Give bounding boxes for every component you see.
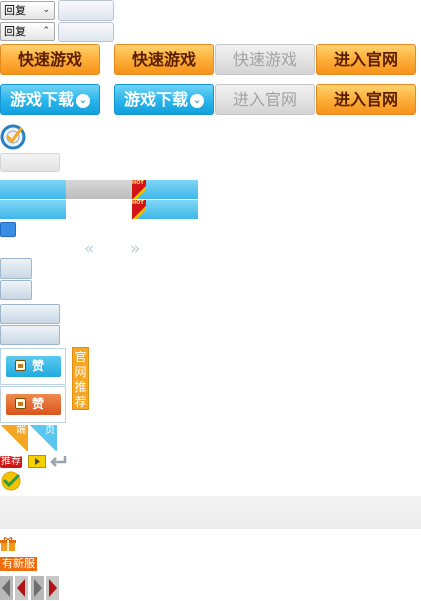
reply-dropdown-2[interactable]: 回复 ⌃: [0, 22, 55, 41]
enter-official-site-button-disabled[interactable]: 进入官网: [215, 84, 315, 115]
like-button[interactable]: 赞: [6, 394, 61, 415]
like-label: 赞: [32, 397, 45, 411]
like-label: 赞: [32, 359, 45, 373]
gray-tab-bar[interactable]: [66, 180, 132, 199]
wide-button-1[interactable]: [0, 304, 60, 324]
wide-button-2[interactable]: [0, 325, 60, 345]
next-gray-button[interactable]: [31, 576, 44, 600]
recommend-char: 推: [74, 380, 87, 394]
game-download-label: 游戏下载: [123, 90, 188, 109]
thumbs-up-icon: [15, 398, 26, 409]
thumbs-up-icon: [15, 360, 26, 371]
client-corner-label: 端: [16, 425, 26, 436]
next-arrow-icon[interactable]: »: [130, 240, 140, 258]
next-red-button[interactable]: [46, 576, 59, 600]
enter-official-site-button-2[interactable]: 进入官网: [316, 84, 416, 115]
recommend-char: 网: [74, 365, 87, 379]
chevron-down-icon: ⌄: [190, 94, 204, 108]
chevron-down-icon: ⌄: [42, 5, 50, 15]
reply-dropdown-1[interactable]: 回复 ⌄: [0, 1, 55, 20]
blue-tab-bar-2[interactable]: [0, 200, 66, 219]
like-box-1: 赞: [0, 348, 66, 385]
game-download-button[interactable]: 游戏下载 ⌄: [0, 84, 100, 115]
quick-game-button[interactable]: 快速游戏: [0, 44, 100, 75]
reply-input-2[interactable]: [58, 22, 114, 42]
recommend-char: 荐: [74, 395, 87, 409]
refresh-check-icon[interactable]: [0, 122, 28, 150]
play-icon[interactable]: [28, 455, 46, 468]
return-icon[interactable]: [50, 454, 68, 469]
reply-dropdown-label: 回复: [4, 4, 26, 17]
reply-dropdown-label: 回复: [4, 25, 26, 38]
small-button-2[interactable]: [0, 280, 32, 300]
hot-badge: HOT: [132, 180, 146, 199]
hot-badge-label: HOT: [132, 200, 144, 206]
prev-gray-button[interactable]: [0, 576, 13, 600]
small-button-1[interactable]: [0, 258, 32, 279]
reply-input-1[interactable]: [58, 0, 114, 21]
game-download-button-hover[interactable]: 游戏下载 ⌄: [114, 84, 214, 115]
recommend-badge: 推荐: [0, 456, 22, 468]
blue-tab-bar-1[interactable]: [0, 180, 66, 199]
enter-official-site-button[interactable]: 进入官网: [316, 44, 416, 75]
web-corner-label: 页: [45, 425, 55, 436]
quick-game-button-hover[interactable]: 快速游戏: [114, 44, 214, 75]
like-box-2: 赞: [0, 386, 66, 423]
game-download-label: 游戏下载: [9, 90, 74, 109]
new-server-badge: 有新服: [0, 557, 37, 571]
blue-square-icon[interactable]: [0, 222, 16, 237]
gray-tab[interactable]: [0, 153, 60, 172]
gray-band: [0, 496, 421, 529]
like-button[interactable]: 赞: [6, 356, 61, 377]
gift-icon: [0, 536, 16, 552]
chevron-down-icon: ⌄: [76, 94, 90, 108]
chevron-up-icon: ⌃: [42, 26, 50, 36]
official-recommend-tab[interactable]: 官 网 推 荐: [72, 347, 89, 410]
prev-arrow-icon[interactable]: «: [84, 240, 94, 258]
prev-red-button[interactable]: [15, 576, 28, 600]
hot-badge-label: HOT: [132, 180, 144, 186]
hot-badge: HOT: [132, 200, 146, 219]
client-corner-tag: 端: [0, 425, 28, 451]
web-corner-tag: 页: [29, 425, 57, 451]
quick-game-button-disabled[interactable]: 快速游戏: [215, 44, 315, 75]
recommend-char: 官: [74, 350, 87, 364]
check-circle-icon: [0, 470, 24, 492]
